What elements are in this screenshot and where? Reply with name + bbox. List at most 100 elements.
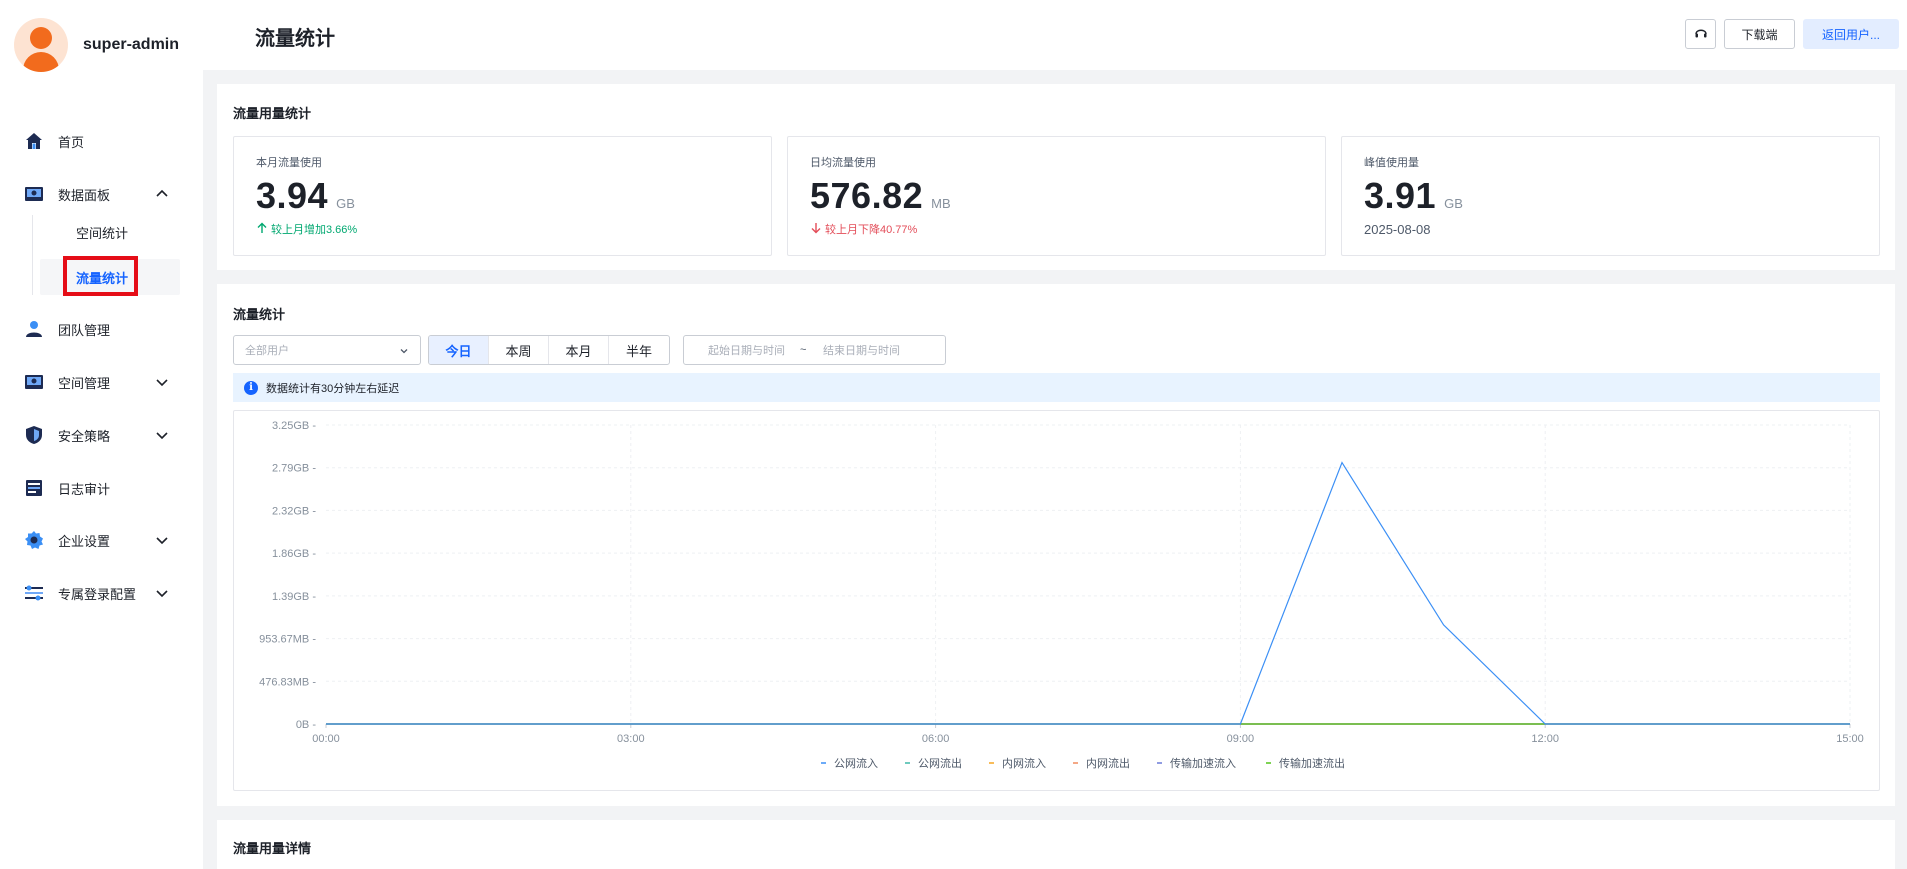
y-tick-label: 0B - <box>296 719 317 731</box>
legend-label: 传输加速流入 <box>1170 756 1236 770</box>
legend-label: 公网流出 <box>918 756 962 770</box>
sidebar: super-admin 首页 数据面板 空间统计 流量统计 团队管理 空间管理 <box>0 0 203 869</box>
return-user-button[interactable]: 返回用户... <box>1803 19 1899 49</box>
shield-icon <box>24 425 44 445</box>
chevron-down-icon[interactable] <box>154 585 170 601</box>
x-tick-label: 06:00 <box>922 733 950 745</box>
space-icon <box>24 372 44 392</box>
home-icon <box>24 131 44 151</box>
download-client-button[interactable]: 下载端 <box>1724 19 1795 49</box>
period-month-button[interactable]: 本月 <box>549 336 609 364</box>
stat-unit: MB <box>931 196 951 211</box>
page-title: 流量统计 <box>255 28 335 50</box>
sidebar-item-audit-log[interactable]: 日志审计 <box>0 468 203 508</box>
x-tick-label: 03:00 <box>617 733 645 745</box>
chevron-up-icon[interactable] <box>154 186 170 202</box>
support-button[interactable] <box>1685 19 1716 49</box>
sidebar-item-home[interactable]: 首页 <box>0 121 203 161</box>
log-icon <box>24 478 44 498</box>
stat-value: 3.94 <box>256 175 329 216</box>
traffic-line-chart: 0B - 476.83MB - 953.67MB - 1.39GB - 1.86GB -… <box>233 410 1880 791</box>
date-range-picker[interactable]: 起始日期与时间 ~ 结束日期与时间 <box>683 335 946 365</box>
sidebar-item-login-config[interactable]: 专属登录配置 <box>0 573 203 613</box>
y-tick-label: 2.32GB - <box>272 505 316 517</box>
chevron-down-icon[interactable] <box>154 532 170 548</box>
info-icon: i <box>244 380 258 395</box>
sidebar-item-label: 首页 <box>58 134 85 150</box>
header: 流量统计 下载端 返回用户... <box>203 0 1907 70</box>
series-line <box>326 461 1850 725</box>
arrow-up-icon <box>256 222 268 237</box>
sidebar-subitem-label: 空间统计 <box>76 225 129 241</box>
sidebar-item-team[interactable]: 团队管理 <box>0 309 203 349</box>
stat-unit: GB <box>336 196 355 211</box>
sidebar-item-label: 团队管理 <box>58 322 111 338</box>
chevron-down-icon[interactable] <box>154 374 170 390</box>
period-halfyear-button[interactable]: 半年 <box>609 336 669 364</box>
notice-text: 数据统计有30分钟左右延迟 <box>266 382 400 395</box>
stat-label: 本月流量使用 <box>256 157 322 169</box>
period-segmented-control: 今日 本周 本月 半年 <box>428 335 670 365</box>
sidebar-item-label: 专属登录配置 <box>58 586 137 602</box>
legend-label: 内网流出 <box>1086 756 1130 770</box>
usage-details-card: 流量用量详情 <box>217 820 1895 869</box>
legend-label: 公网流入 <box>834 756 878 770</box>
arrow-down-icon <box>810 222 822 237</box>
x-tick-label: 15:00 <box>1836 733 1864 745</box>
stat-card-peak: 峰值使用量 3.91 GB 2025-08-08 <box>1341 136 1880 256</box>
period-week-button[interactable]: 本周 <box>489 336 549 364</box>
sliders-icon <box>24 583 44 603</box>
stat-trend: 较上月下降40.77% <box>810 221 917 237</box>
x-tick-label: 12:00 <box>1531 733 1559 745</box>
period-today-button[interactable]: 今日 <box>429 336 489 364</box>
download-client-label: 下载端 <box>1741 27 1778 42</box>
username: super-admin <box>83 36 180 53</box>
y-tick-label: 3.25GB - <box>272 420 316 432</box>
y-tick-label: 1.39GB - <box>272 591 316 603</box>
legend-label: 传输加速流出 <box>1279 756 1345 770</box>
delay-notice: i 数据统计有30分钟左右延迟 <box>233 373 1880 402</box>
section-title: 流量用量统计 <box>233 106 312 121</box>
date-end-placeholder[interactable]: 结束日期与时间 <box>823 342 900 358</box>
sidebar-item-security[interactable]: 安全策略 <box>0 415 203 455</box>
stat-trend: 较上月增加3.66% <box>256 221 357 237</box>
legend-label: 内网流入 <box>1002 756 1046 770</box>
section-title: 流量用量详情 <box>233 841 312 856</box>
user-profile[interactable]: super-admin <box>14 18 179 72</box>
sidebar-item-enterprise-settings[interactable]: 企业设置 <box>0 520 203 560</box>
stat-label: 日均流量使用 <box>810 157 876 169</box>
date-start-placeholder[interactable]: 起始日期与时间 <box>708 342 785 358</box>
highlight-annotation <box>63 256 138 296</box>
stat-value: 576.82 <box>810 175 924 216</box>
sidebar-item-space[interactable]: 空间管理 <box>0 362 203 402</box>
stat-trend-text: 较上月下降40.77% <box>825 224 918 236</box>
y-tick-label: 476.83MB - <box>259 676 316 688</box>
stat-card-daily-avg: 日均流量使用 576.82 MB 较上月下降40.77% <box>787 136 1326 256</box>
avatar[interactable] <box>14 18 68 72</box>
sidebar-item-label: 日志审计 <box>58 481 111 497</box>
gear-icon <box>24 530 44 550</box>
stat-trend-text: 较上月增加3.66% <box>271 224 358 236</box>
user-select[interactable]: 全部用户 <box>233 335 421 365</box>
chevron-down-icon[interactable] <box>154 427 170 443</box>
sidebar-item-dashboard[interactable]: 数据面板 <box>0 174 203 214</box>
sidebar-subitem-space-stats[interactable]: 空间统计 <box>40 214 180 250</box>
y-tick-label: 2.79GB - <box>272 463 316 475</box>
x-tick-label: 00:00 <box>312 733 340 745</box>
return-user-label: 返回用户... <box>1821 27 1880 42</box>
submenu-guide-line <box>32 215 33 295</box>
user-select-placeholder: 全部用户 <box>245 345 289 357</box>
stat-card-monthly: 本月流量使用 3.94 GB 较上月增加3.66% <box>233 136 772 256</box>
y-tick-label: 953.67MB - <box>259 634 316 646</box>
team-icon <box>24 319 44 339</box>
stat-label: 峰值使用量 <box>1364 157 1419 169</box>
chevron-down-icon <box>398 345 410 357</box>
y-tick-label: 1.86GB - <box>272 548 316 560</box>
sidebar-item-label: 企业设置 <box>58 533 111 549</box>
stat-value: 3.91 <box>1364 175 1437 216</box>
sidebar-item-label: 空间管理 <box>58 375 111 391</box>
stat-unit: GB <box>1444 196 1463 211</box>
sidebar-item-label: 数据面板 <box>58 187 111 203</box>
sidebar-item-label: 安全策略 <box>58 428 111 444</box>
headset-icon <box>1694 26 1708 43</box>
